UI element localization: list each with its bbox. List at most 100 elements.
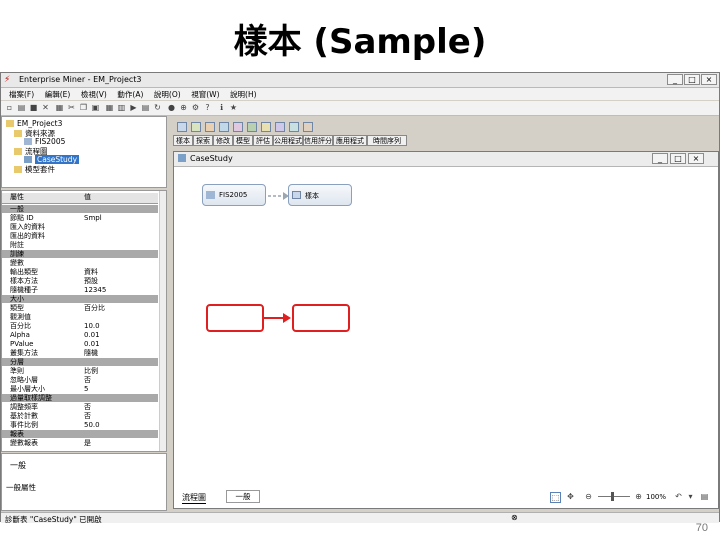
menu-edit[interactable]: 編輯(E) (45, 89, 71, 100)
regression-node-icon[interactable] (261, 122, 271, 132)
property-row[interactable]: 樣本方法 預設 (2, 277, 158, 285)
property-row[interactable]: 類型 百分比 (2, 304, 158, 312)
property-value[interactable]: 否 (84, 376, 148, 384)
menu-view[interactable]: 檢視(V) (81, 89, 107, 100)
arrange-dropdown-icon[interactable]: ▾ (686, 492, 695, 501)
tab-credit-scoring[interactable]: 信用評分 (303, 135, 333, 146)
property-row[interactable]: 匯出的資料 (2, 232, 158, 240)
zoom-in-icon[interactable]: ⊕ (634, 492, 643, 501)
tab-sample[interactable]: 樣本 (173, 135, 193, 146)
property-row[interactable]: 百分比 10.0 (2, 322, 158, 330)
tree-item-casestudy[interactable]: CaseStudy (24, 155, 80, 164)
property-row[interactable]: 輸出類型 資料 (2, 268, 158, 276)
merge-node-icon[interactable] (205, 122, 215, 132)
zoom-slider[interactable] (598, 496, 630, 497)
properties-scrollbar[interactable] (159, 191, 166, 451)
property-value[interactable]: 資料 (84, 268, 148, 276)
stop-icon[interactable]: ● (167, 103, 176, 112)
property-value[interactable]: Smpl (84, 214, 148, 222)
undo-icon[interactable]: ↶ (674, 492, 683, 501)
zoom-out-icon[interactable]: ⊖ (584, 492, 593, 501)
property-row[interactable]: 隨機種子 12345 (2, 286, 158, 294)
open-icon[interactable]: ▤ (17, 103, 26, 112)
assess-node-icon[interactable] (289, 122, 299, 132)
tab-applications[interactable]: 應用程式 (333, 135, 367, 146)
minimize-button[interactable]: _ (667, 74, 683, 85)
property-value[interactable]: 百分比 (84, 304, 148, 312)
property-value[interactable]: 是 (84, 439, 148, 447)
property-row[interactable]: 節點 ID Smpl (2, 214, 158, 222)
tab-explore[interactable]: 探索 (193, 135, 213, 146)
property-value[interactable]: 50.0 (84, 421, 148, 429)
property-value[interactable]: 0.01 (84, 331, 148, 339)
property-row[interactable]: 觀測值 (2, 313, 158, 321)
filter-node-icon[interactable] (191, 122, 201, 132)
tab-assess[interactable]: 評估 (253, 135, 273, 146)
diagram-maximize-button[interactable]: □ (670, 153, 686, 164)
property-group-header[interactable]: 分層 (2, 358, 158, 366)
tab-modify[interactable]: 修改 (213, 135, 233, 146)
property-row[interactable]: 最小層大小 5 (2, 385, 158, 393)
node-sample[interactable]: 樣本 (288, 184, 352, 206)
settings-icon[interactable]: ⚙ (191, 103, 200, 112)
close-button[interactable]: × (701, 74, 717, 85)
property-row[interactable]: 匯入的資料 (2, 223, 158, 231)
tree-node-icon[interactable] (247, 122, 257, 132)
log-dropdown[interactable]: 一般 (226, 490, 260, 503)
property-value[interactable]: 5 (84, 385, 148, 393)
property-row[interactable]: 基於計數 否 (2, 412, 158, 420)
properties-icon[interactable]: ▦ (55, 103, 64, 112)
property-row[interactable]: 叢集方法 隨機 (2, 349, 158, 357)
property-row[interactable]: PValue 0.01 (2, 340, 158, 348)
tree-item-model-packages[interactable]: 模型套件 (14, 164, 55, 175)
property-value[interactable]: 隨機 (84, 349, 148, 357)
property-value[interactable]: 否 (84, 412, 148, 420)
delete-icon[interactable]: ✕ (41, 103, 50, 112)
zoom-slider-thumb[interactable] (611, 492, 614, 501)
property-group-header[interactable]: 大小 (2, 295, 158, 303)
maximize-button[interactable]: □ (684, 74, 700, 85)
property-value[interactable]: 比例 (84, 367, 148, 375)
grid-icon[interactable]: ▦ (105, 103, 114, 112)
property-row[interactable]: 準則 比例 (2, 367, 158, 375)
property-row[interactable]: 事件比例 50.0 (2, 421, 158, 429)
tree-item-project[interactable]: EM_Project3 (6, 119, 62, 128)
menu-actions[interactable]: 動作(A) (117, 89, 143, 100)
select-mode-icon[interactable]: ⬚ (550, 492, 561, 503)
property-group-header[interactable]: 過量取樣調整 (2, 394, 158, 402)
property-value[interactable]: 12345 (84, 286, 148, 294)
cut-icon[interactable]: ✂ (67, 103, 76, 112)
tab-utility[interactable]: 公用程式 (273, 135, 303, 146)
menu-file[interactable]: 檔案(F) (9, 89, 34, 100)
copy-icon[interactable]: ❐ (79, 103, 88, 112)
save-icon[interactable]: ■ (29, 103, 38, 112)
menu-options[interactable]: 說明(O) (154, 89, 181, 100)
paste-icon[interactable]: ▣ (91, 103, 100, 112)
pan-icon[interactable]: ✥ (566, 492, 575, 501)
tree-item-fis2005[interactable]: FIS2005 (24, 137, 65, 146)
diagram-minimize-button[interactable]: _ (652, 153, 668, 164)
run-icon[interactable]: ▶ (129, 103, 138, 112)
menu-window[interactable]: 視窗(W) (191, 89, 219, 100)
property-row[interactable]: 附註 (2, 241, 158, 249)
property-group-header[interactable]: 報表 (2, 430, 158, 438)
new-icon[interactable]: ▫ (5, 103, 14, 112)
layout-icon[interactable]: ▥ (117, 103, 126, 112)
property-value[interactable]: 0.01 (84, 340, 148, 348)
node-fis2005[interactable]: FIS2005 (202, 184, 266, 206)
tab-time-series[interactable]: 時間序列 (367, 135, 407, 146)
property-group-header[interactable]: 訓練 (2, 250, 158, 258)
property-value[interactable]: 10.0 (84, 322, 148, 330)
property-row[interactable]: Alpha 0.01 (2, 331, 158, 339)
property-value[interactable]: 否 (84, 403, 148, 411)
help-icon[interactable]: ? (203, 103, 212, 112)
property-row[interactable]: 變數報表 是 (2, 439, 158, 447)
cluster-node-icon[interactable] (275, 122, 285, 132)
partition-node-icon[interactable] (219, 122, 229, 132)
results-icon[interactable]: ▤ (141, 103, 150, 112)
layout-icon[interactable]: ▤ (700, 492, 709, 501)
property-value[interactable]: 預設 (84, 277, 148, 285)
zoom-icon[interactable]: ⊕ (179, 103, 188, 112)
diagram-close-button[interactable]: × (688, 153, 704, 164)
property-row[interactable]: 忽略小層 否 (2, 376, 158, 384)
